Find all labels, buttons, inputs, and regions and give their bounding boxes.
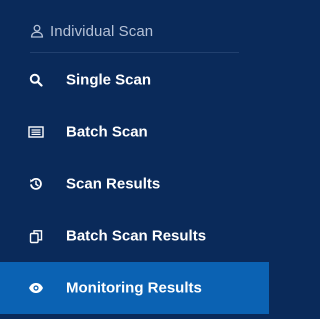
sidebar-bottom-strip xyxy=(0,314,269,319)
sidebar-panel: Individual Scan Single Scan Batch Scan S… xyxy=(0,0,269,319)
sidebar-item-batch-scan-results[interactable]: Batch Scan Results xyxy=(0,210,269,262)
sidebar-item-monitoring-results[interactable]: Monitoring Results xyxy=(0,262,269,314)
sidebar-item-label: Monitoring Results xyxy=(66,279,202,297)
copy-icon xyxy=(28,228,44,244)
sidebar-divider xyxy=(30,52,239,53)
sidebar-item-scan-results[interactable]: Scan Results xyxy=(0,158,269,210)
sidebar-section-header: Individual Scan xyxy=(30,18,240,44)
sidebar-item-label: Scan Results xyxy=(66,175,161,193)
sidebar-item-single-scan[interactable]: Single Scan xyxy=(0,54,269,106)
user-icon xyxy=(30,24,44,38)
sidebar-item-batch-scan[interactable]: Batch Scan xyxy=(0,106,269,158)
search-icon xyxy=(28,72,44,88)
list-icon xyxy=(28,124,44,140)
eye-icon xyxy=(28,280,44,296)
history-icon xyxy=(28,176,44,192)
sidebar-item-label: Batch Scan xyxy=(66,123,148,141)
sidebar-section-title: Individual Scan xyxy=(50,22,154,40)
sidebar-item-label: Batch Scan Results xyxy=(66,227,207,245)
sidebar-item-label: Single Scan xyxy=(66,71,152,89)
